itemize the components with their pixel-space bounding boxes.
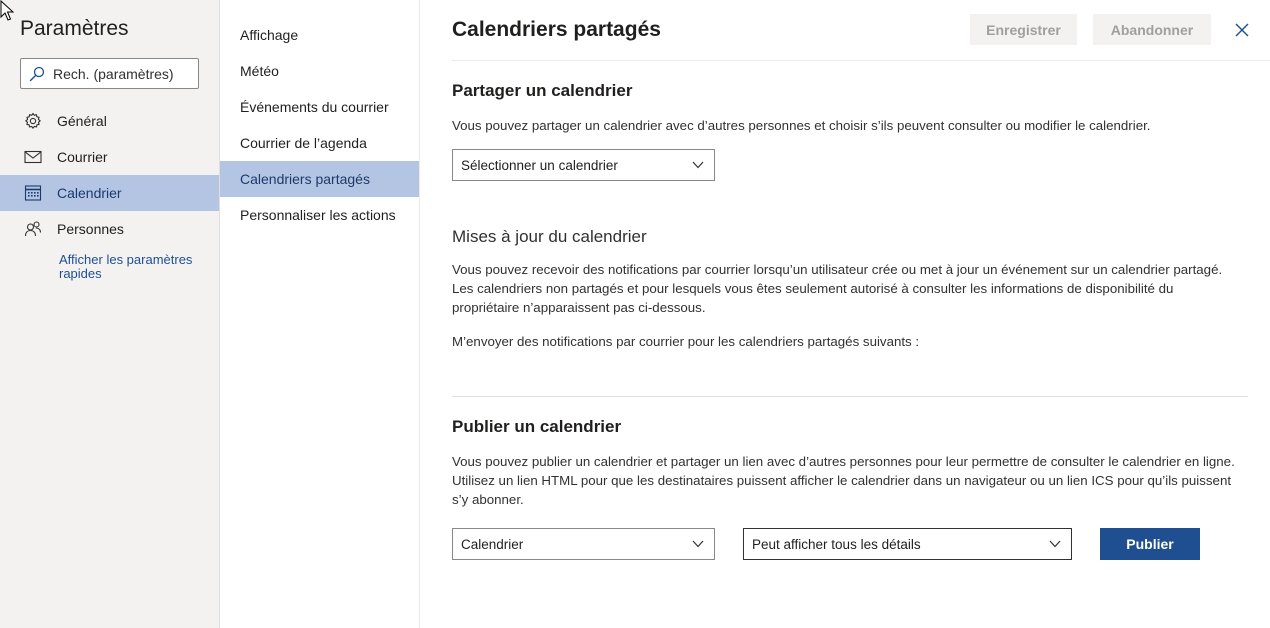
sidebar-item-label: Personnes <box>57 221 124 237</box>
sidebar-item-label: Calendrier <box>57 185 122 201</box>
dropdown-value: Peut afficher tous les détails <box>752 536 921 552</box>
subnav-item-weather[interactable]: Météo <box>220 53 419 89</box>
subnav-item-display[interactable]: Affichage <box>220 17 419 53</box>
sidebar-item-general[interactable]: Général <box>0 103 219 139</box>
settings-search-input[interactable] <box>53 60 193 87</box>
subnav-item-mail-events[interactable]: Événements du courrier <box>220 89 419 125</box>
publish-description: Vous pouvez publier un calendrier et par… <box>452 454 1235 507</box>
close-icon <box>1235 23 1249 37</box>
publish-button[interactable]: Publier <box>1100 528 1200 560</box>
search-icon <box>21 66 53 82</box>
main-content: Calendriers partagés Enregistrer Abandon… <box>420 0 1270 628</box>
header-divider <box>452 60 1270 61</box>
chevron-down-icon <box>692 540 704 548</box>
share-calendar-dropdown[interactable]: Sélectionner un calendrier <box>452 149 715 181</box>
discard-button[interactable]: Abandonner <box>1093 14 1211 45</box>
mail-icon <box>24 150 50 164</box>
settings-sidebar: Paramètres Général <box>0 0 220 628</box>
subnav-item-customize-actions[interactable]: Personnaliser les actions <box>220 197 419 233</box>
updates-description: Vous pouvez recevoir des notifications p… <box>452 262 1223 315</box>
sidebar-item-calendar[interactable]: Calendrier <box>0 175 219 211</box>
notify-label: M’envoyer des notifications par courrier… <box>452 334 920 349</box>
share-section-title: Partager un calendrier <box>452 81 633 100</box>
permission-dropdown[interactable]: Peut afficher tous les détails <box>743 528 1072 560</box>
dropdown-value: Calendrier <box>461 536 524 552</box>
settings-app: Paramètres Général <box>0 0 1270 628</box>
publish-section-title: Publier un calendrier <box>452 417 622 436</box>
quick-settings-link[interactable]: Afficher les paramètres rapides <box>59 253 209 281</box>
people-icon <box>24 220 50 238</box>
mouse-cursor-icon <box>0 0 15 21</box>
publish-calendar-dropdown[interactable]: Calendrier <box>452 528 715 560</box>
settings-search-box[interactable] <box>20 58 199 89</box>
sidebar-item-label: Général <box>57 113 107 129</box>
subnav-item-calendar-mail[interactable]: Courrier de l’agenda <box>220 125 419 161</box>
calendar-subnav: Affichage Météo Événements du courrier C… <box>220 0 420 628</box>
sidebar-item-label: Courrier <box>57 149 108 165</box>
page-title: Calendriers partagés <box>452 18 661 41</box>
sidebar-item-people[interactable]: Personnes <box>0 211 219 247</box>
save-button[interactable]: Enregistrer <box>970 14 1077 45</box>
chevron-down-icon <box>692 161 704 169</box>
chevron-down-icon <box>1049 540 1061 548</box>
settings-title: Paramètres <box>20 17 129 40</box>
updates-section-title: Mises à jour du calendrier <box>452 227 647 246</box>
sidebar-item-mail[interactable]: Courrier <box>0 139 219 175</box>
gear-icon <box>24 112 50 130</box>
subnav-item-shared-calendars[interactable]: Calendriers partagés <box>220 161 419 197</box>
calendar-icon <box>24 184 50 202</box>
share-description: Vous pouvez partager un calendrier avec … <box>452 118 1151 133</box>
dropdown-value: Sélectionner un calendrier <box>461 157 618 173</box>
section-divider <box>452 396 1248 397</box>
close-button[interactable] <box>1232 20 1252 40</box>
